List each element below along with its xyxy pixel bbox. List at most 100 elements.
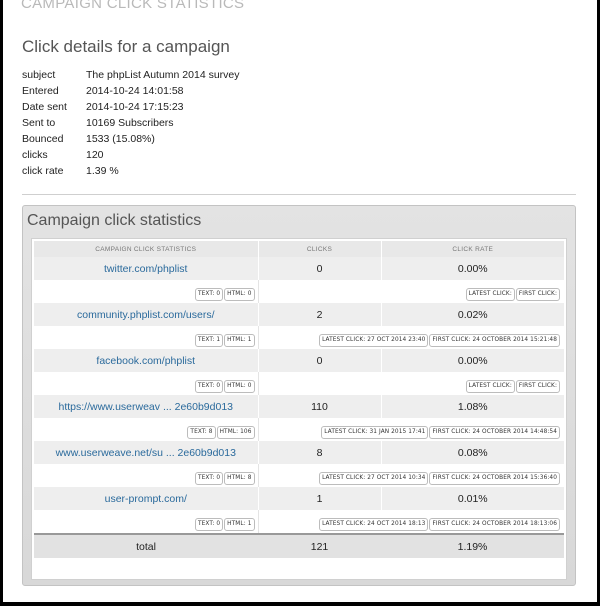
- latest-click-badge: LATEST CLICK: 27 OCT 2014 10:34: [319, 472, 429, 485]
- detail-key: click rate: [22, 165, 64, 177]
- total-label: total: [34, 533, 258, 558]
- url-cell: community.phplist.com/users/: [34, 303, 259, 326]
- empty-cell: LATEST CLICK: 27 OCT 2014 10:34 FIRST CLI…: [258, 464, 564, 487]
- detail-value: 2014-10-24 14:01:58: [86, 85, 184, 97]
- html-count-badge: HTML: 8: [224, 472, 255, 485]
- total-row: total 121 1.19%: [34, 533, 564, 558]
- url-link[interactable]: https://www.userweav ... 2e60b9d013: [58, 401, 233, 413]
- text-html-cell: TEXT: 8 HTML: 106: [34, 418, 259, 441]
- html-count-badge: HTML: 106: [216, 426, 255, 439]
- column-header-clicks[interactable]: CLICKS: [258, 241, 382, 257]
- click-rate-cell: 0.00%: [381, 349, 564, 372]
- click-rate-cell: 0.08%: [381, 441, 564, 464]
- first-click-badge: FIRST CLICK: 24 OCTOBER 2014 15:21:48: [429, 334, 560, 347]
- latest-click-badge: LATEST CLICK: 24 OCT 2014 18:13: [319, 518, 429, 531]
- detail-value: 1.39 %: [86, 165, 119, 177]
- first-click-badge: FIRST CLICK:: [515, 288, 560, 301]
- table-row: user-prompt.com/1 0.01%: [34, 487, 564, 510]
- latest-click-badge: LATEST CLICK:: [465, 380, 515, 393]
- text-count-badge: TEXT: 0: [195, 472, 224, 485]
- detail-row: Sent to 10169 Subscribers: [22, 115, 240, 131]
- clicks-cell: 2: [258, 303, 382, 326]
- table-row-detail: TEXT: 0 HTML: 8 LATEST CLICK: 27 OCT 2014 …: [34, 464, 564, 487]
- detail-row: clicks 120: [22, 147, 240, 163]
- detail-value: 1533 (15.08%): [86, 133, 155, 145]
- url-cell: user-prompt.com/: [34, 487, 259, 510]
- table-row-detail: TEXT: 0 HTML: 0 LATEST CLICK: FIRST CLICK:: [34, 372, 564, 395]
- url-cell: facebook.com/phplist: [34, 349, 259, 372]
- clicks-cell: 8: [258, 441, 382, 464]
- first-click-badge: FIRST CLICK: 24 OCTOBER 2014 18:13:06: [429, 518, 560, 531]
- url-cell: https://www.userweav ... 2e60b9d013: [34, 395, 259, 418]
- first-click-badge: FIRST CLICK: 24 OCTOBER 2014 14:48:54: [429, 426, 560, 439]
- detail-row: Bounced 1533 (15.08%): [22, 131, 240, 147]
- html-count-badge: HTML: 1: [224, 518, 255, 531]
- panel-content: CAMPAIGN CLICK STATISTICS CLICKS CLICK R…: [31, 238, 567, 580]
- click-rate-cell: 0.01%: [381, 487, 564, 510]
- text-html-cell: TEXT: 0 HTML: 1: [34, 510, 259, 534]
- clicks-cell: 110: [258, 395, 382, 418]
- page-header: CAMPAIGN CLICK STATISTICS: [21, 0, 245, 12]
- html-count-badge: HTML: 0: [224, 288, 255, 301]
- text-count-badge: TEXT: 0: [195, 380, 224, 393]
- url-link[interactable]: twitter.com/phplist: [104, 263, 187, 275]
- detail-value: The phpList Autumn 2014 survey: [86, 69, 240, 81]
- clicks-cell: 0: [258, 257, 382, 280]
- details-title: Click details for a campaign: [22, 37, 230, 56]
- clicks-cell: 0: [258, 349, 382, 372]
- table-row-detail: TEXT: 0 HTML: 0 LATEST CLICK: FIRST CLICK:: [34, 280, 564, 303]
- table-row-detail: TEXT: 1 HTML: 1 LATEST CLICK: 27 OCT 2014 …: [34, 326, 564, 349]
- detail-key: Entered: [22, 85, 59, 97]
- click-rate-cell: 0.00%: [381, 257, 564, 280]
- clicks-cell: 1: [258, 487, 382, 510]
- url-link[interactable]: user-prompt.com/: [105, 493, 187, 505]
- total-click-rate: 1.19%: [381, 533, 564, 558]
- column-header-click-rate[interactable]: CLICK RATE: [381, 241, 564, 257]
- first-click-badge: FIRST CLICK: 24 OCTOBER 2014 15:36:40: [429, 472, 560, 485]
- empty-cell: LATEST CLICK: FIRST CLICK:: [258, 372, 564, 395]
- url-link[interactable]: community.phplist.com/users/: [77, 309, 215, 321]
- detail-row: Date sent 2014-10-24 17:15:23: [22, 99, 240, 115]
- url-link[interactable]: facebook.com/phplist: [96, 355, 195, 367]
- detail-key: Date sent: [22, 101, 67, 113]
- text-count-badge: TEXT: 8: [187, 426, 216, 439]
- divider: [22, 194, 576, 195]
- campaign-details-table: subject The phpList Autumn 2014 survey Ent…: [22, 67, 240, 179]
- detail-key: subject: [22, 69, 56, 81]
- text-count-badge: TEXT: 0: [195, 288, 224, 301]
- text-html-cell: TEXT: 0 HTML: 0: [34, 372, 259, 395]
- detail-key: Bounced: [22, 133, 64, 145]
- latest-click-badge: LATEST CLICK:: [465, 288, 515, 301]
- first-click-badge: FIRST CLICK:: [515, 380, 560, 393]
- url-cell: www.userweave.net/su ... 2e60b9d013: [34, 441, 259, 464]
- text-count-badge: TEXT: 1: [195, 334, 224, 347]
- url-link[interactable]: www.userweave.net/su ... 2e60b9d013: [56, 447, 236, 459]
- click-stats-panel: Campaign click statistics CAMPAIGN CLICK…: [22, 205, 576, 586]
- table-row-detail: TEXT: 0 HTML: 1 LATEST CLICK: 24 OCT 2014 …: [34, 510, 564, 534]
- page: CAMPAIGN CLICK STATISTICS Click details …: [3, 0, 597, 602]
- detail-key: Sent to: [22, 117, 56, 129]
- column-header-link[interactable]: CAMPAIGN CLICK STATISTICS: [34, 241, 259, 257]
- click-rate-cell: 0.02%: [381, 303, 564, 326]
- text-count-badge: TEXT: 0: [195, 518, 224, 531]
- table-row: twitter.com/phplist 0 0.00%: [34, 257, 564, 280]
- text-html-cell: TEXT: 0 HTML: 0: [34, 280, 259, 303]
- click-stats-table: CAMPAIGN CLICK STATISTICS CLICKS CLICK R…: [34, 241, 564, 558]
- panel-title: Campaign click statistics: [27, 212, 202, 229]
- empty-cell: LATEST CLICK: 24 OCT 2014 18:13 FIRST CLI…: [258, 510, 564, 534]
- latest-click-badge: LATEST CLICK: 27 OCT 2014 23:40: [319, 334, 429, 347]
- table-row: www.userweave.net/su ... 2e60b9d013 8 0.08…: [34, 441, 564, 464]
- detail-value: 120: [86, 149, 104, 161]
- detail-key: clicks: [22, 149, 48, 161]
- empty-cell: LATEST CLICK: 31 JAN 2015 17:41 FIRST CLI…: [258, 418, 564, 441]
- detail-row: Entered 2014-10-24 14:01:58: [22, 83, 240, 99]
- table-header-row: CAMPAIGN CLICK STATISTICS CLICKS CLICK R…: [34, 241, 564, 257]
- latest-click-badge: LATEST CLICK: 31 JAN 2015 17:41: [321, 426, 429, 439]
- empty-cell: LATEST CLICK: FIRST CLICK:: [258, 280, 564, 303]
- table-row: https://www.userweav ... 2e60b9d013 110 1.…: [34, 395, 564, 418]
- table-row-detail: TEXT: 8 HTML: 106 LATEST CLICK: 31 JAN 201…: [34, 418, 564, 441]
- html-count-badge: HTML: 0: [224, 380, 255, 393]
- detail-row: subject The phpList Autumn 2014 survey: [22, 67, 240, 83]
- click-rate-cell: 1.08%: [381, 395, 564, 418]
- url-cell: twitter.com/phplist: [34, 257, 259, 280]
